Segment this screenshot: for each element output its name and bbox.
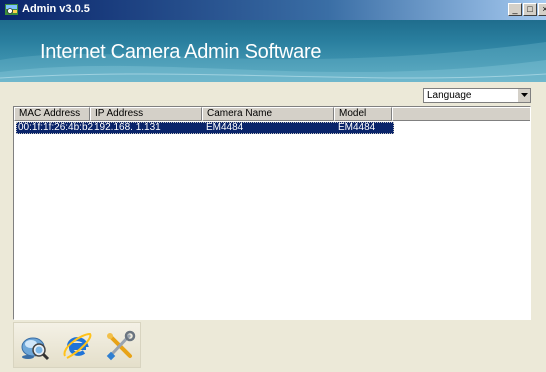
window-title: Admin v3.0.5	[22, 3, 90, 15]
settings-tools-icon[interactable]	[104, 330, 136, 362]
column-header-camera-name[interactable]: Camera Name	[202, 107, 334, 121]
tool-panel	[13, 322, 141, 368]
cell-ip: 192.168. 1.131	[94, 122, 161, 133]
minimize-button[interactable]: _	[508, 3, 522, 16]
dropdown-arrow-icon[interactable]	[517, 89, 530, 102]
header-banner: Internet Camera Admin Software	[0, 20, 546, 82]
search-camera-icon[interactable]	[19, 330, 51, 362]
app-icon	[5, 4, 18, 15]
column-header-ip[interactable]: IP Address	[90, 107, 202, 121]
column-header-model[interactable]: Model	[334, 107, 392, 121]
language-selected: Language	[427, 90, 472, 101]
admin-window: Admin v3.0.5 _ □ × Internet Camera Admin…	[0, 0, 546, 372]
banner-title: Internet Camera Admin Software	[40, 41, 322, 63]
column-header-mac[interactable]: MAC Address	[14, 107, 90, 121]
maximize-button[interactable]: □	[523, 3, 537, 16]
internet-explorer-icon[interactable]	[61, 330, 93, 362]
cell-camera-name: EM4484	[206, 122, 244, 133]
close-button[interactable]: ×	[538, 3, 546, 16]
list-header: MAC Address IP Address Camera Name Model	[14, 107, 530, 121]
cell-mac: 00:1f:1f:26:4b:b2	[18, 122, 94, 133]
camera-list[interactable]: MAC Address IP Address Camera Name Model…	[13, 106, 531, 320]
title-bar[interactable]: Admin v3.0.5 _ □ ×	[0, 0, 546, 20]
cell-model: EM4484	[338, 122, 376, 133]
column-header-filler	[392, 107, 530, 121]
language-dropdown[interactable]: Language	[423, 88, 531, 103]
